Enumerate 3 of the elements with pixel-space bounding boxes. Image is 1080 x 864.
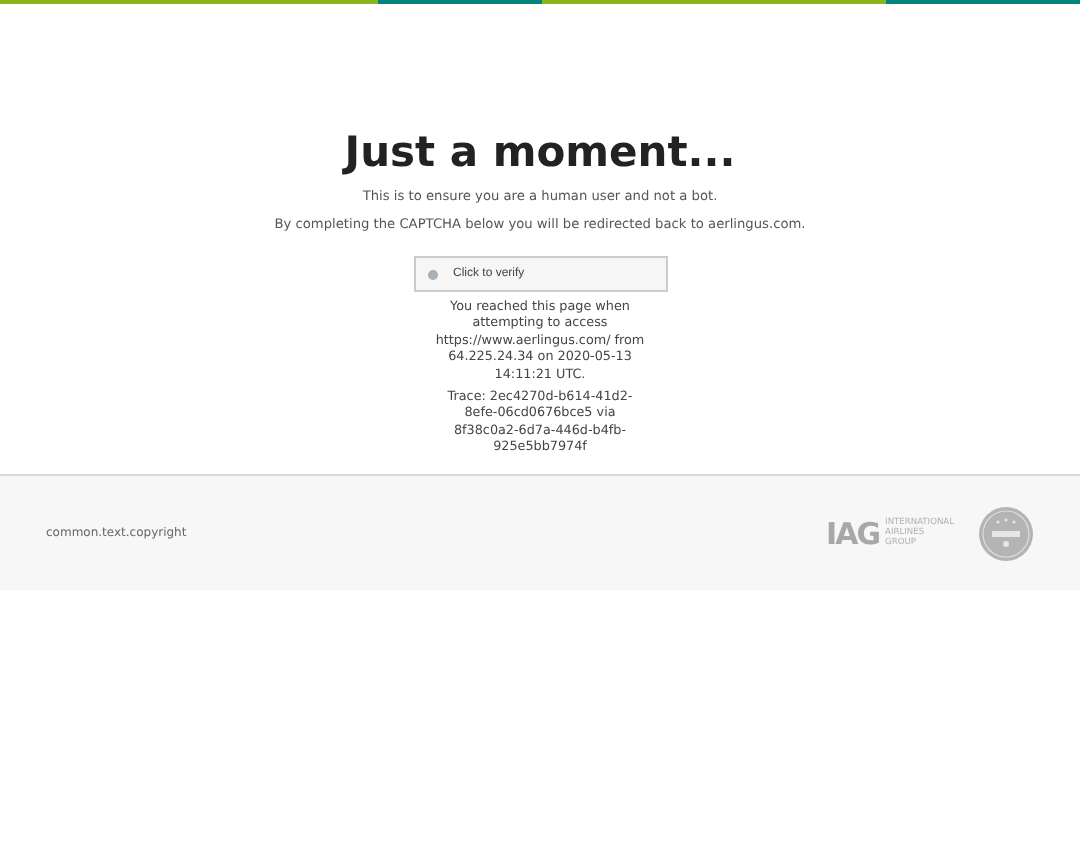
page-title: Just a moment... [344, 128, 736, 176]
badge-icon [978, 505, 1034, 561]
logo-mark: IAG [826, 515, 880, 551]
